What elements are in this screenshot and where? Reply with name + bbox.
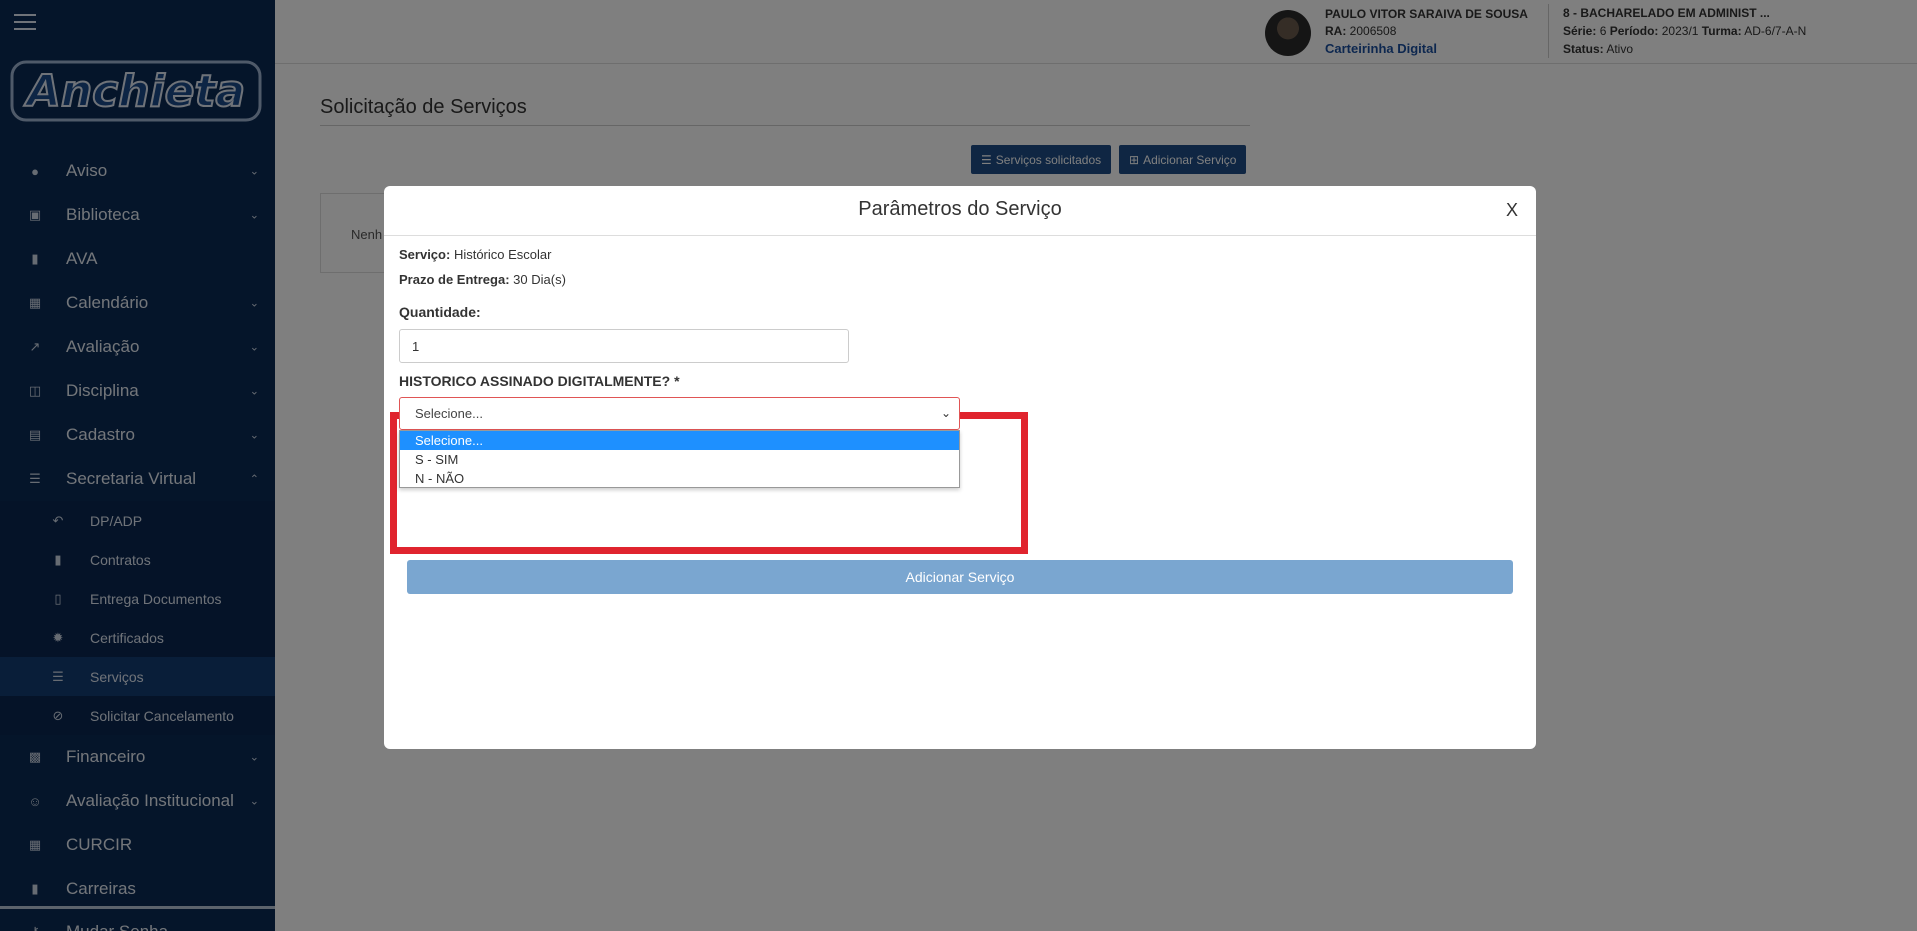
modal-header: Parâmetros do Serviço X xyxy=(384,186,1536,236)
option-selecione[interactable]: Selecione... xyxy=(400,431,959,450)
select-current-value: Selecione... xyxy=(415,406,483,421)
add-service-button[interactable]: Adicionar Serviço xyxy=(407,560,1513,594)
quantity-input[interactable]: 1 xyxy=(399,329,849,363)
chevron-down-icon: ⌄ xyxy=(940,406,951,420)
service-parameters-modal: Parâmetros do Serviço X Serviço: Históri… xyxy=(384,186,1536,749)
signed-history-select[interactable]: Selecione... ⌄ xyxy=(399,397,960,430)
service-label: Serviço: xyxy=(399,247,451,262)
signed-history-options: Selecione... S - SIM N - NÃO xyxy=(399,430,960,488)
close-button[interactable]: X xyxy=(1506,200,1518,221)
deadline-info: Prazo de Entrega: 30 Dia(s) xyxy=(399,272,566,287)
modal-title: Parâmetros do Serviço xyxy=(858,198,1062,220)
quantity-label: Quantidade: xyxy=(399,304,481,320)
service-info: Serviço: Histórico Escolar xyxy=(399,247,551,262)
signed-history-label: HISTORICO ASSINADO DIGITALMENTE? * xyxy=(399,373,680,389)
deadline-value: 30 Dia(s) xyxy=(513,272,566,287)
option-nao[interactable]: N - NÃO xyxy=(400,469,959,488)
option-sim[interactable]: S - SIM xyxy=(400,450,959,469)
deadline-label: Prazo de Entrega: xyxy=(399,272,510,287)
quantity-value: 1 xyxy=(412,338,420,354)
service-value: Histórico Escolar xyxy=(453,247,552,262)
